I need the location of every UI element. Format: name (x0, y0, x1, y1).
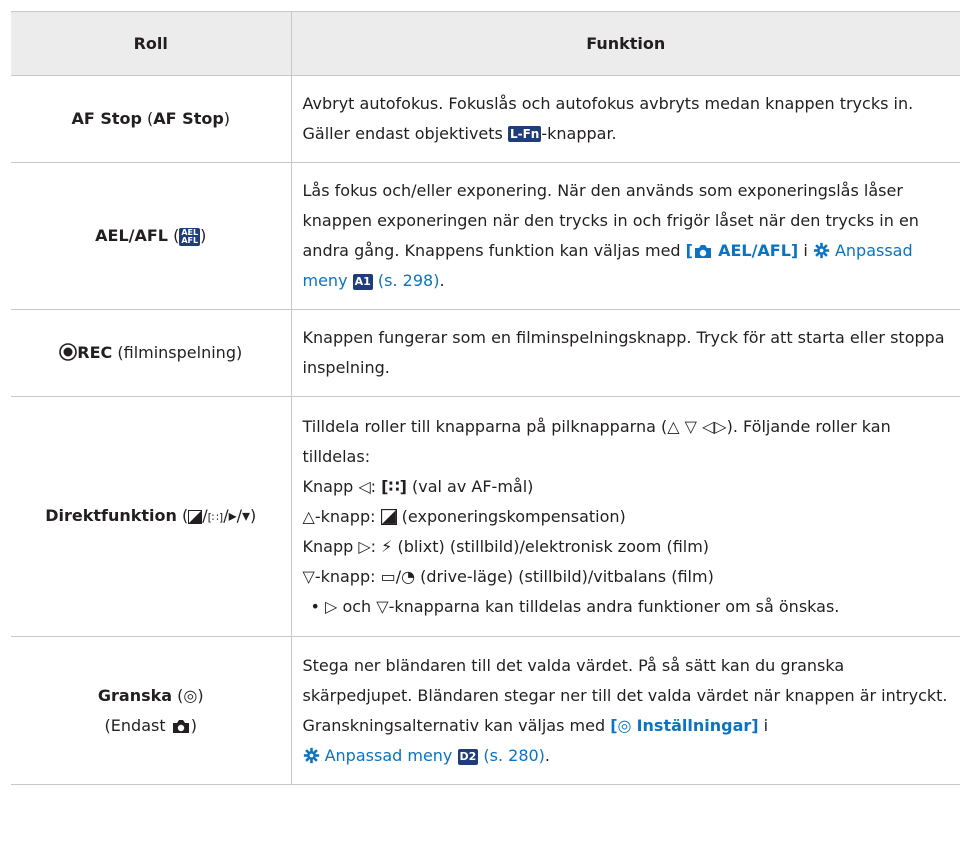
camera-icon (172, 719, 189, 733)
table-row-ael-afl: AEL/AFL (AEL AFL) Lås fokus och/eller exp… (11, 162, 960, 310)
function-cell: Lås fokus och/eller exponering. När den … (291, 162, 960, 310)
flash-playback-icon: ▸/▾ (228, 505, 251, 525)
line5-end: (drive-läge) (stillbild)/vitbalans (film… (415, 566, 714, 586)
function-cell: Knappen fungerar som en filminspelningsk… (291, 309, 960, 397)
role-cell: Granska (◎) (Endast ) (11, 636, 292, 785)
page-ref: (s. 298) (377, 271, 440, 290)
custom-menu-label: Anpassad meny (324, 745, 453, 765)
line2: Knapp (302, 476, 359, 496)
colon: : (370, 536, 382, 556)
function-cell: Stega ner bländaren till det valda värde… (291, 636, 960, 785)
description-end: -knappar. (541, 124, 617, 143)
gear-icon (303, 747, 319, 763)
line1: Tilldela roller till knapparna på pilkna… (302, 416, 668, 436)
role-subtitle: (filminspelning) (112, 343, 243, 362)
exposure-comp-icon (188, 509, 203, 524)
down-arrow-icon: ▽ (376, 596, 389, 616)
bullet-end: -knapparna kan tilldelas andra funktione… (388, 596, 840, 616)
period: . (439, 271, 445, 290)
function-cell: Tilldela roller till knapparna på pilkna… (291, 396, 960, 637)
table-row-af-stop: AF Stop (AF Stop) Avbryt autofokus. Foku… (11, 75, 960, 163)
table-row-direct-function: Direktfunktion (/[∷]/▸/▾) Tilldela rolle… (11, 396, 960, 637)
flash-icon: ⚡ (381, 536, 393, 556)
line5: -knapp: (314, 566, 381, 586)
bracket: [ (685, 241, 693, 260)
af-target-icon: [∷] (381, 476, 407, 496)
role-name: Granska (97, 685, 173, 705)
menu-d2-icon: D2 (457, 748, 479, 765)
role-subtitle: (Endast (104, 715, 171, 735)
link-i: i (758, 715, 769, 735)
right-arrow-icon: ▷ (358, 536, 371, 556)
role-cell: AEL/AFL (AEL AFL) (11, 162, 292, 310)
role-name: REC (77, 343, 113, 362)
ael-afl-icon: AEL AFL (179, 228, 201, 246)
role-paren: AF Stop (153, 109, 224, 128)
header-funktion: Funktion (291, 11, 960, 76)
role-cell: REC (filminspelning) (11, 309, 292, 397)
role-cell: AF Stop (AF Stop) (11, 75, 292, 163)
paren: ) (190, 715, 197, 735)
lfn-icon: L-Fn (507, 126, 542, 142)
role-name: AEL/AFL (95, 226, 168, 245)
down-arrow-icon: ▽ (302, 566, 315, 586)
table-row-preview: Granska (◎) (Endast ) Stega ner bländare… (11, 636, 960, 785)
header-row: Roll Funktion (11, 11, 960, 76)
colon: : (370, 476, 382, 496)
note-bullet: • ▷ och ▽-knapparna kan tilldelas andra … (310, 596, 840, 616)
record-icon (59, 343, 78, 361)
line4: Knapp (302, 536, 359, 556)
link-title: AEL/AFL] (718, 241, 799, 260)
preview-icon: ◎ (617, 715, 632, 735)
line3: -knapp: (314, 506, 381, 526)
period: . (544, 745, 551, 765)
link-i: i (798, 241, 813, 260)
drive-mode-icon: ▭/◔ (380, 566, 416, 586)
role-name: Direktfunktion (45, 505, 177, 525)
af-target-icon: [∷] (207, 510, 224, 524)
link-title: Inställningar] (636, 715, 759, 735)
afl-text: AFL (181, 236, 199, 245)
menu-a1-icon: A1 (352, 274, 373, 290)
table-row-rec: REC (filminspelning) Knappen fungerar so… (11, 309, 960, 397)
preview-icon: ◎ (183, 685, 198, 705)
exposure-comp-icon (380, 508, 397, 525)
header-roll: Roll (11, 11, 292, 76)
line3-end: (exponeringskompensation) (396, 506, 626, 526)
role-name: AF Stop (71, 109, 142, 128)
line4-end: (blixt) (stillbild)/elektronisk zoom (fi… (392, 536, 710, 556)
function-table: Roll Funktion AF Stop (AF Stop) Avbryt a… (11, 11, 960, 785)
bracket: [ (610, 715, 618, 735)
line2-end: (val av AF-mål) (406, 476, 534, 496)
camera-icon (694, 245, 711, 258)
arrow-pad-icon: △ ▽ ◁▷ (667, 416, 727, 436)
description: Knappen fungerar som en filminspelningsk… (302, 328, 945, 377)
bullet-text: och (342, 596, 377, 616)
right-arrow-icon: ▷ (325, 596, 338, 616)
left-arrow-icon: ◁ (358, 476, 371, 496)
up-arrow-icon: △ (302, 506, 315, 526)
gear-icon (813, 242, 830, 259)
role-cell: Direktfunktion (/[∷]/▸/▾) (11, 396, 292, 637)
page-ref: (s. 280) (483, 745, 545, 765)
function-cell: Avbryt autofokus. Fokuslås och autofokus… (291, 75, 960, 163)
